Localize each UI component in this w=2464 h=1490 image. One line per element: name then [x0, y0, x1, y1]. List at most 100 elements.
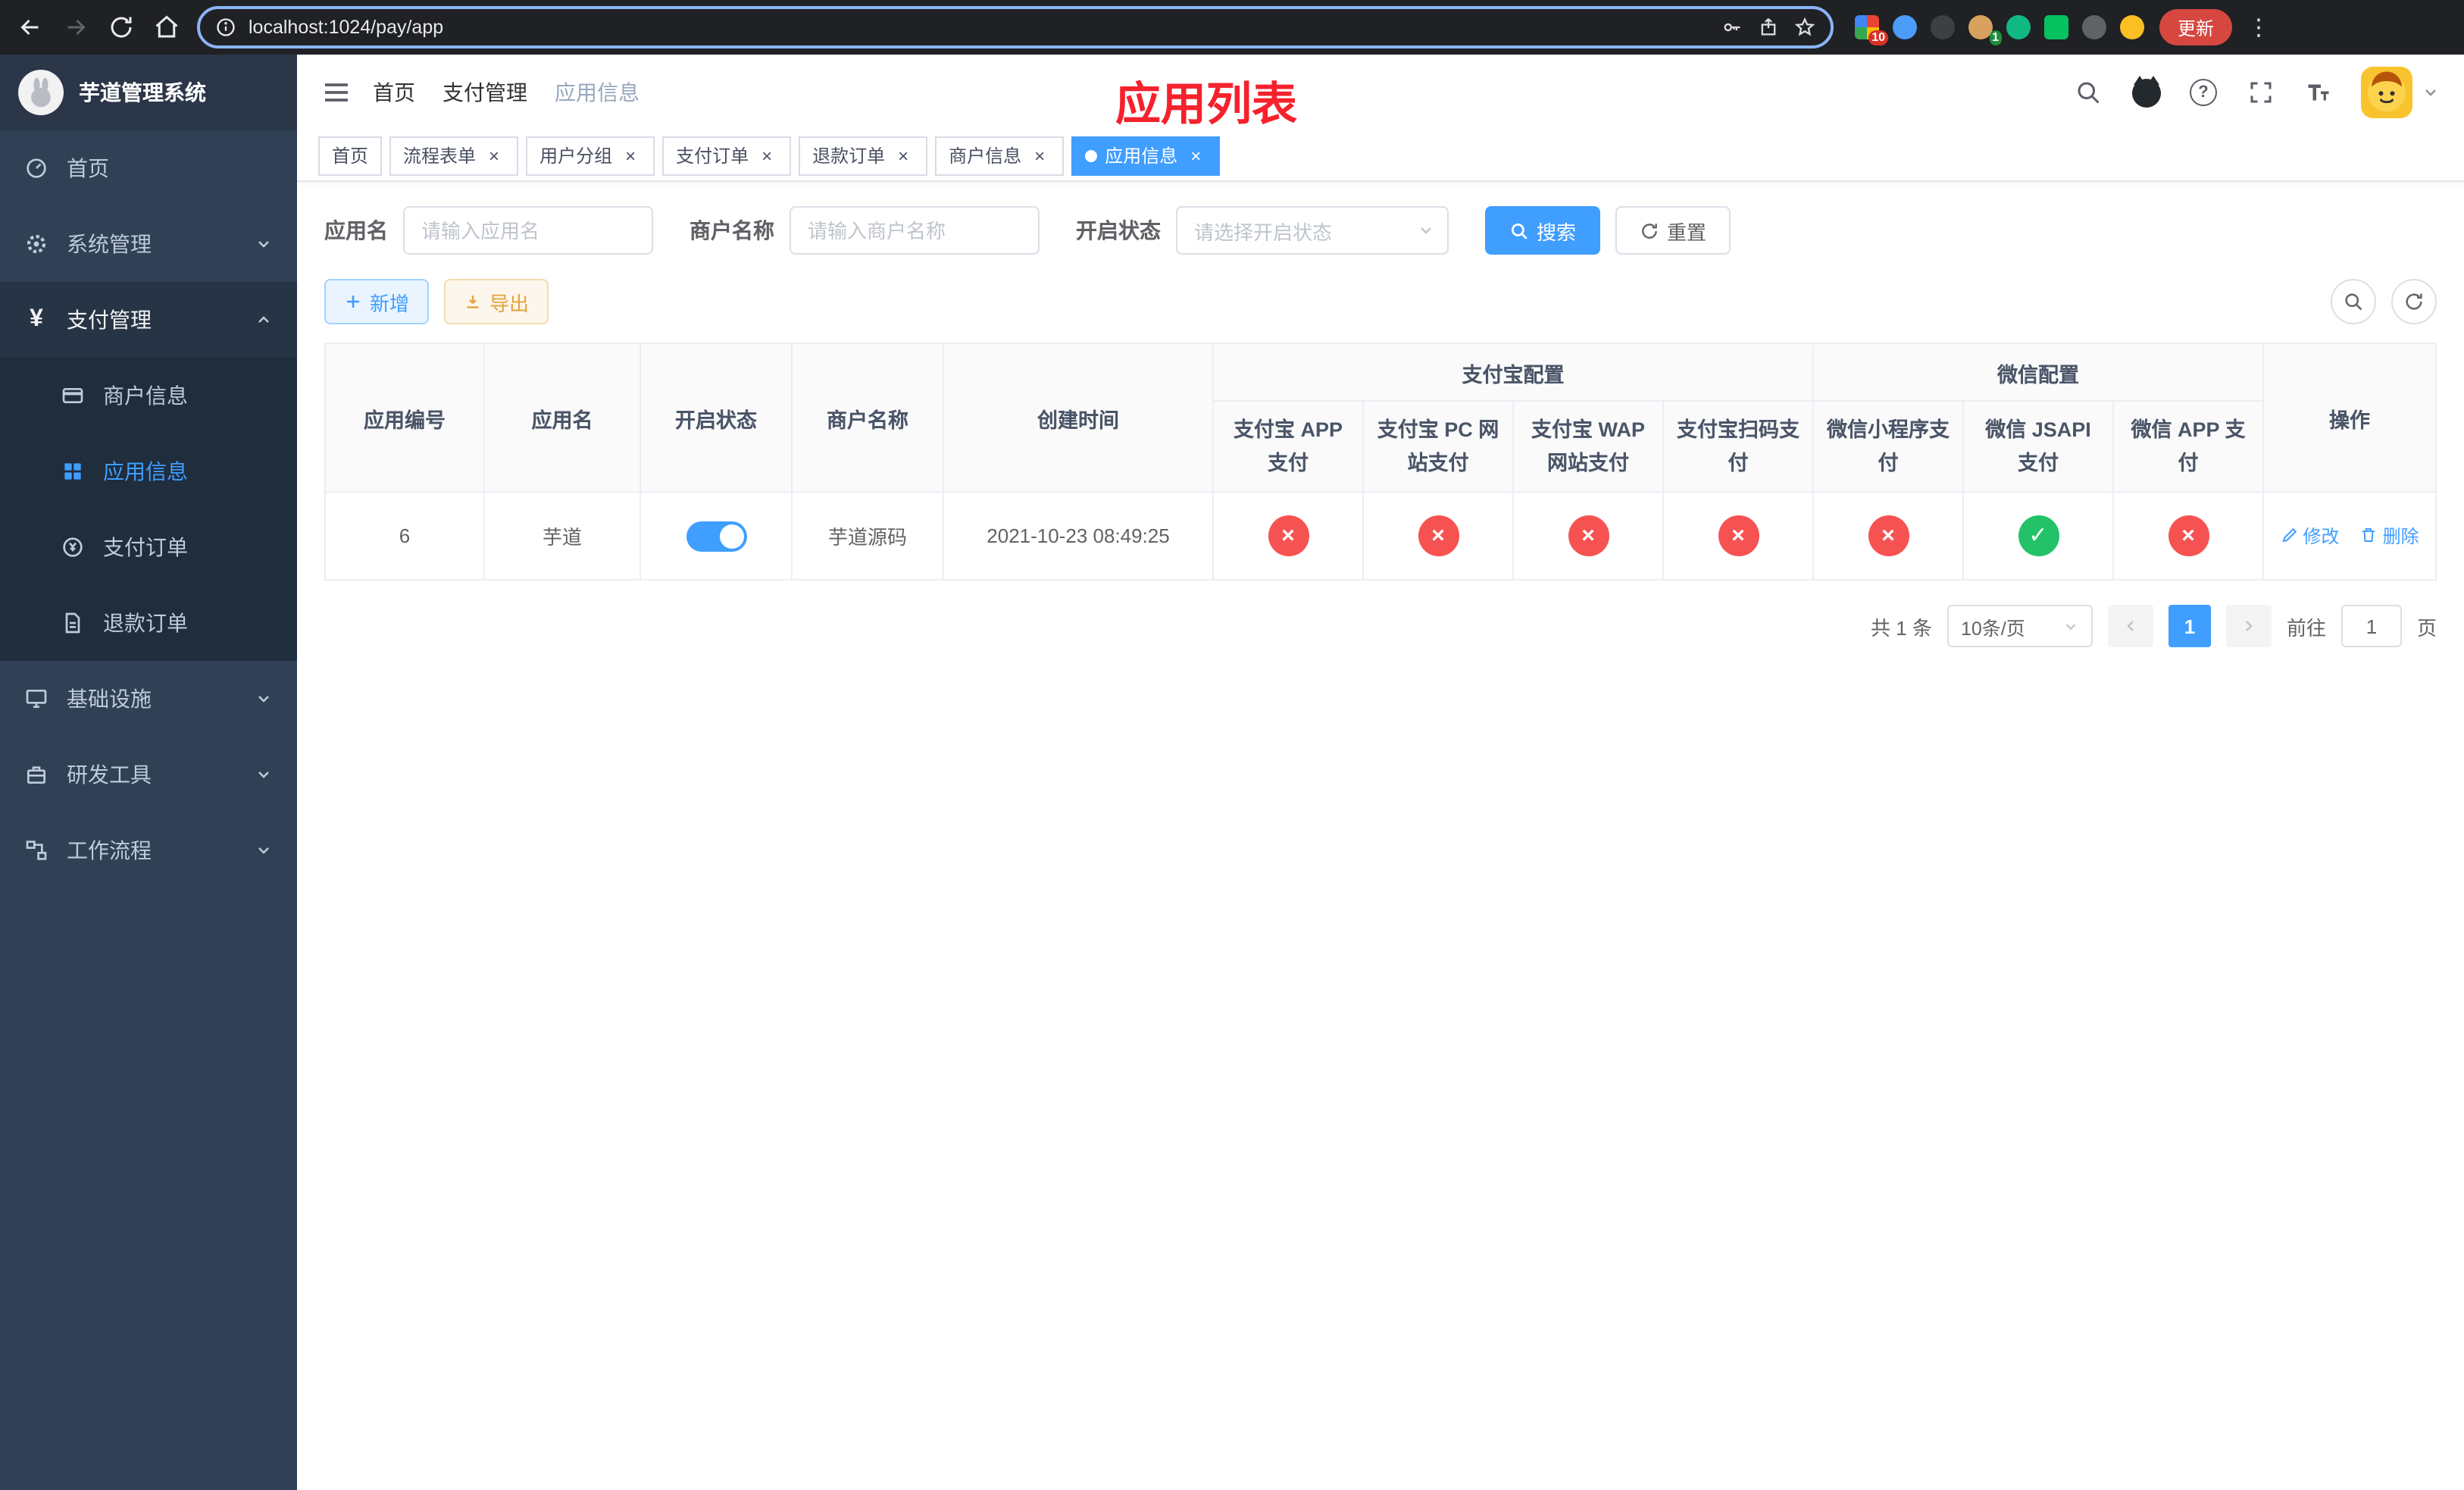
sidebar-item-dev-tools[interactable]: 研发工具	[0, 737, 297, 812]
page-number-button[interactable]: 1	[2168, 605, 2211, 648]
tab-pay-order[interactable]: 支付订单	[662, 136, 792, 175]
export-button[interactable]: 导出	[444, 279, 549, 324]
sidebar-toggle-icon[interactable]	[321, 77, 352, 108]
help-icon[interactable]	[2188, 77, 2219, 108]
bookmark-star-icon[interactable]	[1794, 17, 1815, 38]
logo-avatar	[18, 70, 64, 115]
tab-process-form[interactable]: 流程表单	[389, 136, 519, 175]
sidebar-item-payment[interactable]: ¥ 支付管理	[0, 282, 297, 358]
extension-icon[interactable]	[2120, 15, 2144, 39]
sidebar-item-home[interactable]: 首页	[0, 130, 297, 206]
key-icon[interactable]	[1721, 17, 1743, 38]
merchant-name-input[interactable]	[790, 206, 1040, 255]
cell-wechat-app: ×	[2112, 491, 2264, 581]
col-header-created: 创建时间	[943, 342, 1214, 493]
sidebar-item-workflow[interactable]: 工作流程	[0, 812, 297, 888]
extension-icon[interactable]	[2044, 15, 2068, 39]
col-header-actions: 操作	[2262, 342, 2437, 493]
delete-button[interactable]: 删除	[2360, 523, 2419, 549]
col-header-wechat-app: 微信 APP 支付	[2112, 399, 2264, 493]
sidebar-item-merchant-info[interactable]: 商户信息	[0, 358, 297, 434]
github-icon[interactable]	[2131, 75, 2161, 108]
share-icon[interactable]	[1758, 17, 1779, 38]
forward-icon[interactable]	[61, 12, 91, 42]
infrastructure-icon	[24, 687, 48, 711]
sidebar-item-pay-order[interactable]: 支付订单	[0, 509, 297, 585]
reload-icon[interactable]	[106, 12, 136, 42]
config-status-icon: ×	[1718, 515, 1759, 557]
tab-app-info[interactable]: 应用信息	[1071, 136, 1221, 175]
close-icon[interactable]	[620, 145, 641, 166]
tab-label: 退款订单	[812, 146, 886, 167]
cell-created: 2021-10-23 08:49:25	[943, 491, 1214, 581]
status-select[interactable]: 请选择开启状态	[1176, 206, 1449, 255]
sidebar-item-system[interactable]: 系统管理	[0, 206, 297, 282]
refresh-table-button[interactable]	[2391, 279, 2437, 324]
toolbox-icon	[24, 762, 48, 787]
close-icon[interactable]	[1185, 145, 1206, 166]
breadcrumb-item[interactable]: 支付管理	[442, 77, 527, 108]
tab-refund-order[interactable]: 退款订单	[799, 136, 928, 175]
tab-home[interactable]: 首页	[318, 136, 383, 175]
col-header-alipay-app: 支付宝 APP 支付	[1212, 399, 1364, 493]
toggle-search-button[interactable]	[2331, 279, 2376, 324]
breadcrumb-item-current: 应用信息	[555, 80, 639, 105]
add-button[interactable]: 新增	[324, 279, 430, 324]
extension-badge: 10	[1868, 30, 1888, 45]
sidebar-item-infrastructure[interactable]: 基础设施	[0, 661, 297, 737]
sidebar-item-refund-order[interactable]: 退款订单	[0, 585, 297, 661]
close-icon[interactable]	[756, 145, 777, 166]
tab-user-group[interactable]: 用户分组	[526, 136, 655, 175]
browser-menu-icon[interactable]: ⋮	[2247, 14, 2270, 41]
back-icon[interactable]	[15, 12, 45, 42]
sidebar-item-label: 工作流程	[67, 838, 152, 862]
edit-button[interactable]: 修改	[2280, 523, 2339, 549]
close-icon[interactable]	[483, 145, 505, 166]
page-size-value: 10条/页	[1960, 618, 2025, 640]
toggle-knob	[719, 524, 743, 549]
extension-icon[interactable]: 10	[1855, 15, 1888, 45]
extension-icon[interactable]	[2082, 15, 2106, 39]
search-icon[interactable]	[2073, 77, 2103, 108]
extension-icon[interactable]	[1931, 15, 1955, 39]
download-icon	[467, 296, 479, 308]
search-button[interactable]: 搜索	[1485, 206, 1601, 255]
user-avatar-menu[interactable]	[2361, 67, 2440, 118]
col-header-app-id: 应用编号	[324, 342, 485, 493]
reset-button[interactable]: 重置	[1615, 206, 1731, 255]
sidebar-item-app-info[interactable]: 应用信息	[0, 434, 297, 509]
update-button[interactable]: 更新	[2159, 9, 2233, 45]
tab-merchant-info[interactable]: 商户信息	[935, 136, 1065, 175]
extension-icon[interactable]: 1	[1968, 15, 2002, 45]
status-toggle[interactable]	[686, 521, 746, 552]
config-status-icon: ×	[1868, 515, 1909, 557]
active-tab-dot	[1085, 149, 1098, 161]
search-icon	[2345, 293, 2362, 311]
reset-button-label: 重置	[1667, 221, 1707, 243]
total-count: 共 1 条	[1871, 616, 1932, 640]
next-page-button[interactable]	[2225, 605, 2272, 648]
url-bar[interactable]: localhost:1024/pay/app	[197, 6, 1834, 49]
payment-submenu: 商户信息 应用信息 支付订单 退款订单	[0, 358, 297, 661]
breadcrumb-item[interactable]: 首页	[373, 77, 415, 108]
app-name-input[interactable]	[403, 206, 653, 255]
sidebar-item-label: 应用信息	[103, 459, 188, 484]
home-icon[interactable]	[152, 12, 182, 42]
app-logo-row[interactable]: 芋道管理系统	[0, 55, 297, 130]
close-icon[interactable]	[893, 145, 914, 166]
goto-page-input[interactable]	[2340, 605, 2402, 648]
sidebar-item-label: 退款订单	[103, 611, 188, 635]
font-size-icon[interactable]	[2303, 77, 2334, 108]
extension-icon[interactable]	[1893, 15, 1917, 39]
extension-icon[interactable]	[2006, 15, 2031, 39]
page-size-select[interactable]: 10条/页	[1946, 605, 2093, 648]
prev-page-button[interactable]	[2107, 605, 2153, 648]
tab-label: 首页	[332, 146, 369, 167]
fullscreen-icon[interactable]	[2246, 77, 2276, 108]
col-header-wechat-jsapi: 微信 JSAPI 支付	[1962, 399, 2114, 493]
col-header-alipay-qr: 支付宝扫码支付	[1662, 399, 1814, 493]
info-icon[interactable]	[215, 17, 236, 38]
gear-icon	[24, 232, 48, 256]
sidebar-item-label: 基础设施	[67, 687, 152, 711]
close-icon[interactable]	[1029, 145, 1050, 166]
